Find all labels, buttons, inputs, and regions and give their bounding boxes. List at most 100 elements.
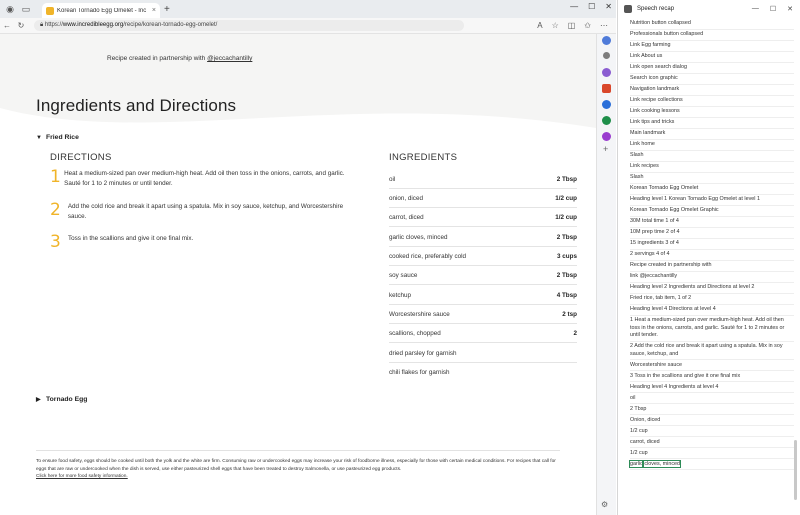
tab-active[interactable]: Korean Tornado Egg Omelet - Inc × <box>42 3 160 18</box>
direction-step: 3 Toss in the scallions and give it one … <box>50 234 360 251</box>
list-item-current: garlic cloves, minced <box>629 459 794 471</box>
directions-heading: DIRECTIONS <box>50 152 112 163</box>
section-heading: Ingredients and Directions <box>36 96 237 115</box>
tab-fried-rice[interactable]: ▼ Fried Rice <box>36 134 79 141</box>
more-menu-icon[interactable]: ⋯ <box>600 21 608 30</box>
list-item: 10M prep time 2 of 4 <box>630 228 794 239</box>
ingredient-name: scallions, chopped <box>389 329 441 337</box>
partner-text: Recipe created in partnership with <box>107 55 206 62</box>
tab-actions-icon[interactable]: ▭ <box>20 3 32 15</box>
partner-link[interactable]: @jeccachantilly <box>207 55 252 62</box>
copilot-icon[interactable] <box>602 36 611 45</box>
list-item: Link tips and tricks <box>630 118 794 129</box>
step-text: Toss in the scallions and give it one fi… <box>68 235 194 242</box>
list-item: oil <box>630 393 794 405</box>
tab-bar: ◉ ▭ Korean Tornado Egg Omelet - Inc × + … <box>0 0 616 18</box>
list-item: Link open search dialog <box>630 63 794 74</box>
close-icon[interactable]: ✕ <box>787 5 793 13</box>
search-icon[interactable] <box>603 52 610 59</box>
ingredient-name: carrot, diced <box>389 213 424 221</box>
ingredient-name: Worcestershire sauce <box>389 310 450 318</box>
games-icon[interactable] <box>602 116 611 125</box>
favorites-icon[interactable]: ✩ <box>584 21 591 30</box>
caret-down-icon: ▼ <box>36 135 42 141</box>
list-item: link @jeccachantilly <box>630 272 794 283</box>
tab-tornado-egg-label: Tornado Egg <box>46 396 88 403</box>
list-item: 15 ingredients 3 of 4 <box>630 239 794 250</box>
screen: ◉ ▭ Korean Tornado Egg Omelet - Inc × + … <box>0 0 800 515</box>
list-item: Slash <box>630 173 794 184</box>
minimize-icon[interactable]: — <box>752 5 759 13</box>
ingredient-amount: 1/2 cup <box>555 194 577 202</box>
tab-close-icon[interactable]: × <box>152 7 156 14</box>
read-aloud-icon[interactable]: A <box>537 21 542 30</box>
profile-icon[interactable]: ◉ <box>4 3 16 15</box>
ingredient-name: dried parsley for garnish <box>389 349 457 357</box>
divider <box>36 450 560 451</box>
ingredient-row: soy sauce 2 Tbsp <box>389 266 577 285</box>
ingredients-heading: INGREDIENTS <box>389 152 458 163</box>
tab-title: Korean Tornado Egg Omelet - Inc <box>57 7 147 14</box>
scrollbar[interactable] <box>794 440 797 500</box>
food-safety-note: To ensure food safety, eggs should be co… <box>36 458 556 481</box>
collections-icon[interactable] <box>602 68 611 77</box>
ingredient-amount: 1/2 cup <box>555 213 577 221</box>
ingredient-amount: 4 Tbsp <box>556 291 577 299</box>
ingredient-name: soy sauce <box>389 271 418 279</box>
partner-credit: Recipe created in partnership with @jecc… <box>107 55 252 62</box>
tab-tornado-egg[interactable]: ▶ Tornado Egg <box>36 396 87 403</box>
gear-icon[interactable]: ⚙ <box>601 500 608 509</box>
list-item: Navigation landmark <box>630 85 794 96</box>
caret-right-icon: ▶ <box>36 397 41 403</box>
maximize-icon[interactable]: ☐ <box>770 5 776 13</box>
split-screen-icon[interactable]: ◫ <box>568 21 576 30</box>
list-item: Professionals button collapsed <box>630 30 794 41</box>
maximize-icon[interactable]: ☐ <box>588 2 595 11</box>
favorite-star-icon[interactable]: ☆ <box>552 21 559 30</box>
ingredient-row: scallions, chopped 2 <box>389 324 577 343</box>
ingredient-row: chili flakes for garnish <box>389 363 577 382</box>
recap-list[interactable]: Nutrition button collapsed Professionals… <box>629 19 794 471</box>
list-item: Korean Tornado Egg Omelet <box>630 184 794 195</box>
list-item: Link recipes <box>630 162 794 173</box>
toolbar-icons: A ☆ ◫ ✩ ⋯ <box>537 21 616 30</box>
food-safety-link[interactable]: Click here for more food safety informat… <box>36 474 128 479</box>
close-icon[interactable]: ✕ <box>605 2 612 11</box>
edge-sidebar: + <box>596 34 616 515</box>
url-host: www.incredibleegg.org <box>62 22 124 28</box>
ingredient-amount: 2 <box>573 329 577 337</box>
current-word-highlight: garlic <box>629 459 644 468</box>
add-sidebar-app-icon[interactable]: + <box>603 144 608 154</box>
ingredient-name: onion, diced <box>389 194 423 202</box>
list-item: Heading level 4 Ingredients at level 4 <box>630 382 794 394</box>
ingredient-name: chili flakes for garnish <box>389 369 450 376</box>
window-controls: — ☐ ✕ <box>570 2 612 11</box>
ingredient-amount: 2 Tbsp <box>556 175 577 183</box>
web-page: Recipe created in partnership with @jecc… <box>0 34 596 515</box>
list-item: 2 Add the cold rice and break it apart u… <box>630 342 794 361</box>
office-icon[interactable] <box>602 132 611 141</box>
panel-title: Speech recap <box>637 6 675 12</box>
list-item: carrot, diced <box>630 437 794 449</box>
minimize-icon[interactable]: — <box>570 2 578 11</box>
tab-fried-rice-label: Fried Rice <box>46 134 79 141</box>
refresh-icon[interactable]: ↻ <box>14 21 28 30</box>
direction-step: 2 Add the cold rice and break it apart u… <box>50 202 360 222</box>
list-item: 3 Toss in the scallions and give it one … <box>630 371 794 383</box>
list-item: Nutrition button collapsed <box>630 19 794 30</box>
tools-icon[interactable] <box>602 100 611 109</box>
speech-recap-panel: Speech recap — ☐ ✕ Nutrition button coll… <box>617 0 800 515</box>
step-text: Add the cold rice and break it apart usi… <box>67 203 344 220</box>
shopping-icon[interactable] <box>602 84 611 93</box>
url-path: /recipe/korean-tornado-egg-omelet/ <box>123 22 218 28</box>
list-item: Link About us <box>630 52 794 63</box>
ingredient-row: ketchup 4 Tbsp <box>389 286 577 305</box>
step-number: 2 <box>50 200 61 220</box>
list-item: 2 Tbsp <box>630 404 794 416</box>
list-item: 1/2 cup <box>630 448 794 460</box>
url-field[interactable]: 🔒︎ https://www.incredibleegg.org/recipe/… <box>34 20 464 31</box>
ingredient-name: oil <box>389 175 396 183</box>
new-tab-button[interactable]: + <box>164 4 170 15</box>
list-item: Search icon graphic <box>630 74 794 85</box>
back-icon[interactable]: ← <box>0 21 14 30</box>
